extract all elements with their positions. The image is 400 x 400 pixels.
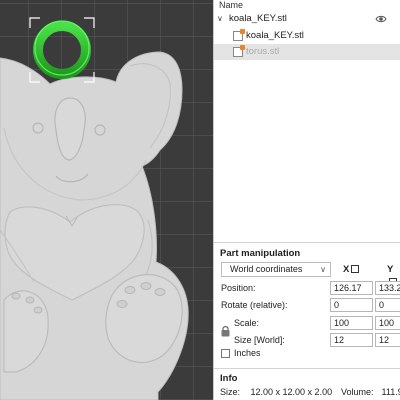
eye-icon[interactable] xyxy=(375,13,387,25)
part-icon xyxy=(233,45,245,57)
sidebar-panel: Name ∨ koala_KEY.stl koala_KEY.stl torus… xyxy=(213,0,400,400)
object-list-item-parent[interactable]: ∨ koala_KEY.stl xyxy=(214,11,400,27)
left-toe-3 xyxy=(33,306,43,314)
coordinate-system-value: World coordinates xyxy=(230,264,303,274)
right-toe-2 xyxy=(140,282,152,290)
position-y-field[interactable]: 133.2 xyxy=(375,281,400,295)
info-volume-label: Volume: xyxy=(341,387,374,397)
scale-y-field[interactable]: 100 xyxy=(375,316,400,330)
position-x-field[interactable]: 126.17 xyxy=(330,281,373,295)
part-name: koala_KEY.stl xyxy=(246,30,304,41)
info-divider xyxy=(214,368,400,369)
object-list-item-selected[interactable]: torus.stl xyxy=(214,44,400,60)
object-name: koala_KEY.stl xyxy=(229,13,287,24)
chevron-down-icon: ∨ xyxy=(320,265,326,274)
size-y-field[interactable]: 12 xyxy=(375,333,400,347)
rotate-label: Rotate (relative): xyxy=(221,300,288,310)
info-title: Info xyxy=(220,373,238,384)
axis-x-label: X xyxy=(343,264,350,275)
axis-x-icon xyxy=(351,265,360,273)
coordinate-system-select[interactable]: World coordinates ∨ xyxy=(221,262,331,277)
object-list-divider xyxy=(214,242,400,243)
info-volume-value: 111.9 xyxy=(381,387,400,397)
info-size-label: Size: xyxy=(220,387,241,397)
axis-x-header: X xyxy=(343,263,360,276)
left-toe-2 xyxy=(25,296,35,304)
left-eye xyxy=(32,122,44,134)
info-size-value: 12.00 x 12.00 x 2.00 xyxy=(250,387,333,397)
info-panel: Info Size: 12.00 x 12.00 x 2.00 Volume: … xyxy=(214,368,400,400)
right-toe-1 xyxy=(124,286,136,294)
size-label: Size [World]: xyxy=(234,335,285,345)
part-name: torus.stl xyxy=(246,46,280,57)
size-x-field[interactable]: 12 xyxy=(330,333,373,347)
right-eye xyxy=(94,124,106,136)
lock-icon[interactable] xyxy=(221,325,230,337)
3d-viewport[interactable] xyxy=(0,0,213,400)
inches-checkbox[interactable] xyxy=(221,349,230,358)
rotate-x-field[interactable]: 0 xyxy=(330,298,373,312)
part-icon xyxy=(233,29,245,41)
left-toe-1 xyxy=(11,292,21,300)
object-list-item[interactable]: koala_KEY.stl xyxy=(214,28,400,44)
part-manipulation-panel: Part manipulation World coordinates ∨ X … xyxy=(214,246,400,364)
inches-label: Inches xyxy=(234,348,261,358)
info-row: Size: 12.00 x 12.00 x 2.00 Volume: 111.9 xyxy=(220,386,400,399)
position-label: Position: xyxy=(221,283,256,293)
object-list: Name ∨ koala_KEY.stl koala_KEY.stl torus… xyxy=(214,0,400,243)
rotate-y-field[interactable]: 0 xyxy=(375,298,400,312)
right-toe-3 xyxy=(154,288,166,296)
scale-x-field[interactable]: 100 xyxy=(330,316,373,330)
build-plate-scene[interactable] xyxy=(0,0,213,400)
axis-y-label: Y xyxy=(387,264,394,275)
scale-label: Scale: xyxy=(234,318,260,328)
chevron-down-icon[interactable]: ∨ xyxy=(217,11,227,27)
right-toe-4 xyxy=(116,300,128,308)
part-manipulation-title: Part manipulation xyxy=(220,248,301,259)
